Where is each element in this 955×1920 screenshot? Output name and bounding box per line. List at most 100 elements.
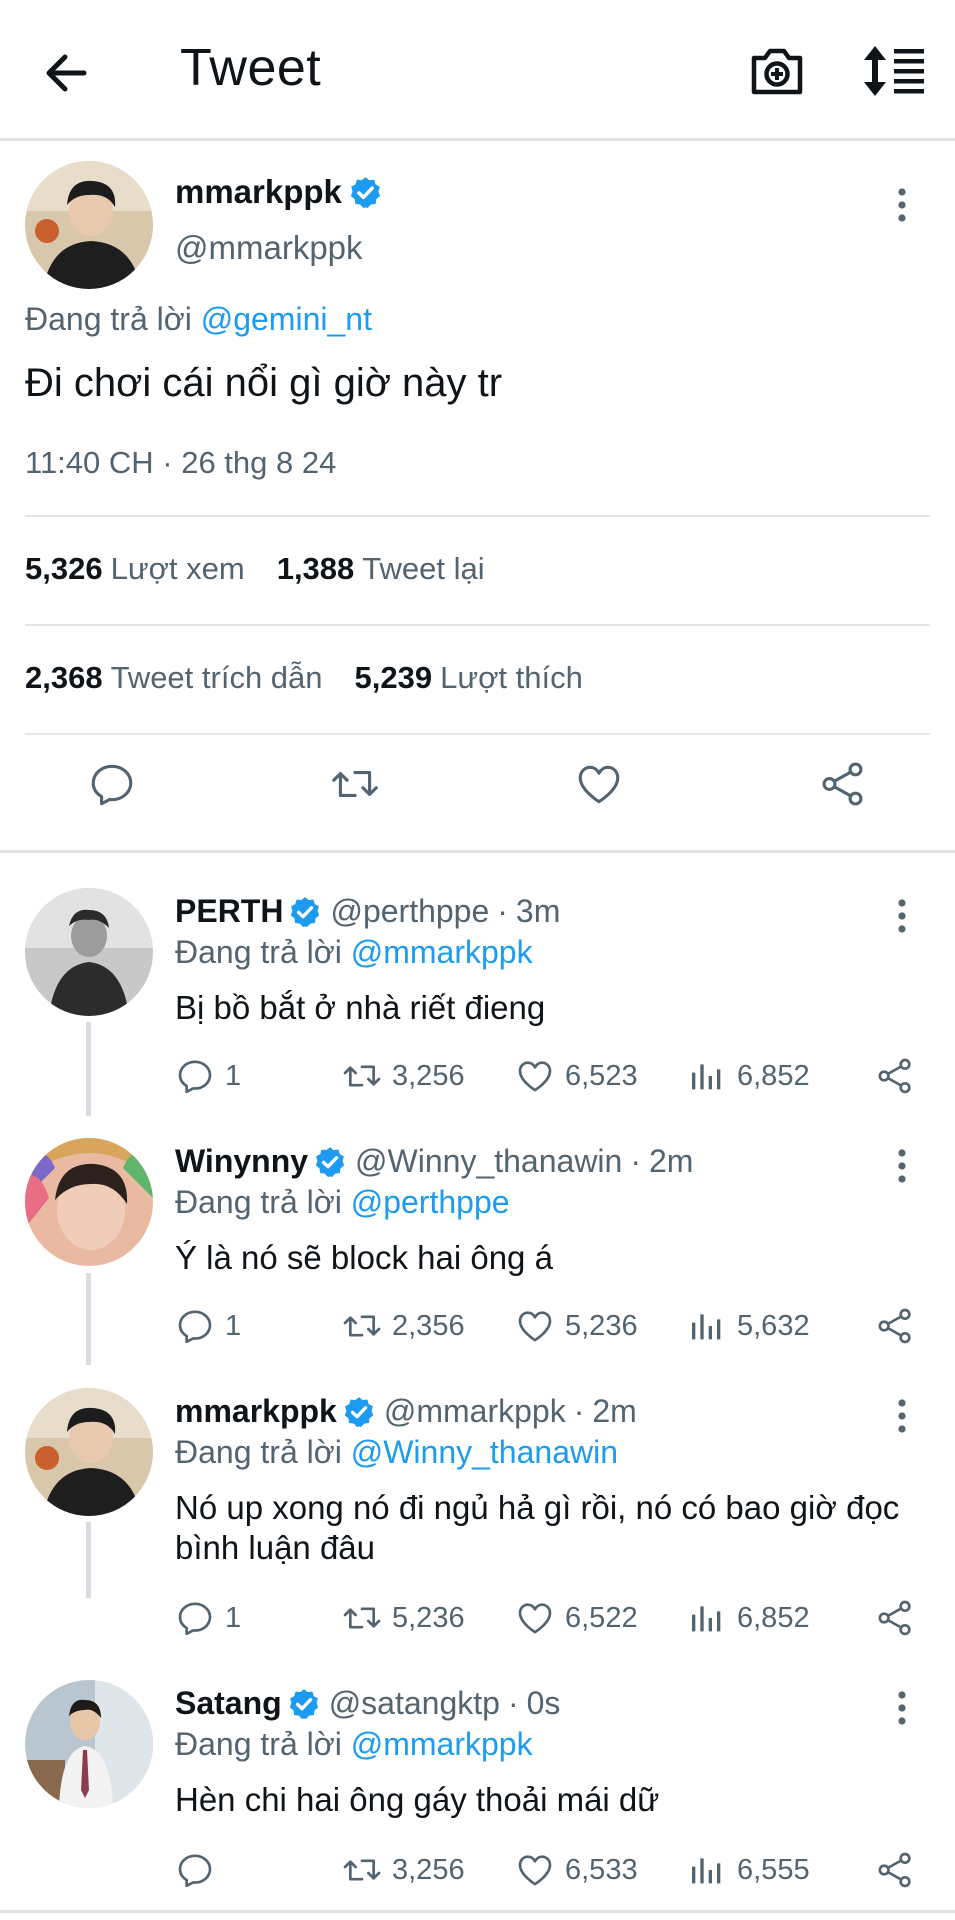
reply-button[interactable]: 1 bbox=[175, 1598, 241, 1638]
author-name[interactable]: Winynny bbox=[175, 1143, 308, 1180]
views-stat[interactable]: 5,326 Lượt xem bbox=[25, 551, 245, 587]
reply-count: 1 bbox=[225, 1601, 242, 1634]
retweet-button[interactable] bbox=[330, 759, 380, 809]
camera-plus-icon bbox=[751, 48, 803, 95]
like-button[interactable]: 6,522 bbox=[515, 1598, 638, 1638]
avatar[interactable] bbox=[25, 1680, 153, 1808]
avatar[interactable] bbox=[25, 888, 153, 1016]
author-name[interactable]: mmarkppk bbox=[175, 1393, 337, 1430]
retweet-icon bbox=[343, 1315, 381, 1337]
reply-mention-link[interactable]: @Winny_thanawin bbox=[351, 1434, 618, 1470]
reply-button[interactable] bbox=[175, 1850, 225, 1890]
retweet-count: 3,256 bbox=[392, 1059, 465, 1092]
reply-mention-link[interactable]: @mmarkppk bbox=[351, 934, 533, 970]
author-name[interactable]: PERTH bbox=[175, 893, 283, 930]
reply-tweet[interactable]: mmarkppk @mmarkppk · 2m Đang trả lời @Wi… bbox=[0, 1388, 955, 1668]
author-handle[interactable]: @Winny_thanawin bbox=[355, 1143, 622, 1180]
more-options-button[interactable] bbox=[890, 1396, 914, 1436]
share-button[interactable] bbox=[875, 1850, 925, 1890]
share-button[interactable] bbox=[875, 1056, 925, 1096]
reply-button[interactable]: 1 bbox=[175, 1306, 241, 1346]
author-handle[interactable]: @perthppe bbox=[330, 893, 489, 930]
like-count: 6,533 bbox=[565, 1853, 638, 1886]
like-icon bbox=[518, 1603, 552, 1634]
views-button[interactable]: 5,632 bbox=[687, 1306, 810, 1346]
more-options-button[interactable] bbox=[890, 1146, 914, 1186]
tweet-action-bar: 1 3,256 6,523 6,852 bbox=[175, 1056, 915, 1102]
more-vertical-icon bbox=[898, 1149, 906, 1183]
likes-stat[interactable]: 5,239 Lượt thích bbox=[355, 660, 583, 696]
tweet-time: 2m bbox=[648, 1143, 694, 1179]
quotes-stat[interactable]: 2,368 Tweet trích dẫn bbox=[25, 660, 323, 696]
retweet-button[interactable]: 5,236 bbox=[342, 1598, 465, 1638]
views-count: 6,852 bbox=[737, 1601, 810, 1634]
separator: · bbox=[497, 893, 508, 929]
stats-row: 5,326 Lượt xem 1,388 Tweet lại bbox=[25, 551, 485, 587]
more-options-button[interactable] bbox=[890, 896, 914, 936]
like-count: 5,236 bbox=[565, 1309, 638, 1342]
tweet-action-bar: 3,256 6,533 6,555 bbox=[175, 1850, 915, 1896]
reply-mention-link[interactable]: @perthppe bbox=[351, 1184, 510, 1220]
avatar[interactable] bbox=[25, 1388, 153, 1516]
more-options-button[interactable] bbox=[890, 185, 914, 225]
like-button[interactable]: 6,533 bbox=[515, 1850, 638, 1890]
views-bar-chart-icon bbox=[692, 1858, 721, 1884]
share-icon bbox=[878, 1600, 911, 1636]
retweets-stat[interactable]: 1,388 Tweet lại bbox=[277, 551, 485, 587]
like-button[interactable]: 6,523 bbox=[515, 1056, 638, 1096]
tweet-timestamp: 11:40 CH · 26 thg 8 24 bbox=[25, 445, 337, 480]
reply-mention-link[interactable]: @mmarkppk bbox=[351, 1726, 533, 1762]
like-button[interactable] bbox=[574, 759, 624, 809]
reply-icon bbox=[178, 1060, 212, 1094]
share-button[interactable] bbox=[875, 1598, 925, 1638]
author-handle[interactable]: @mmarkppk bbox=[384, 1393, 566, 1430]
author-name[interactable]: Satang bbox=[175, 1685, 282, 1722]
reply-icon bbox=[91, 764, 133, 806]
retweet-button[interactable]: 3,256 bbox=[342, 1850, 465, 1890]
replying-to: Đang trả lời @mmarkppk bbox=[175, 934, 533, 970]
back-button[interactable] bbox=[38, 44, 96, 102]
replying-to: Đang trả lời @gemini_nt bbox=[25, 301, 372, 337]
avatar[interactable] bbox=[25, 1138, 153, 1266]
share-button[interactable] bbox=[818, 759, 868, 809]
verified-badge-icon bbox=[350, 176, 380, 208]
more-vertical-icon bbox=[898, 1691, 906, 1725]
share-icon bbox=[878, 1308, 911, 1344]
replying-to: Đang trả lời @perthppe bbox=[175, 1184, 510, 1220]
reply-icon bbox=[178, 1854, 212, 1888]
sort-lines-icon bbox=[864, 46, 924, 96]
camera-button[interactable] bbox=[746, 40, 808, 102]
author-handle[interactable]: @mmarkppk bbox=[175, 229, 363, 267]
reply-mention-link[interactable]: @gemini_nt bbox=[201, 301, 372, 337]
author-name[interactable]: mmarkppk bbox=[175, 173, 342, 211]
retweet-button[interactable]: 3,256 bbox=[342, 1056, 465, 1096]
like-button[interactable]: 5,236 bbox=[515, 1306, 638, 1346]
verified-badge-icon bbox=[315, 1146, 345, 1177]
views-button[interactable]: 6,555 bbox=[687, 1850, 810, 1890]
share-icon bbox=[822, 762, 863, 806]
reply-button[interactable] bbox=[87, 759, 137, 809]
divider bbox=[25, 624, 930, 626]
views-button[interactable]: 6,852 bbox=[687, 1056, 810, 1096]
replying-to: Đang trả lời @Winny_thanawin bbox=[175, 1434, 618, 1470]
views-bar-chart-icon bbox=[692, 1606, 721, 1632]
author-handle[interactable]: @satangktp bbox=[329, 1685, 500, 1722]
reply-count: 1 bbox=[225, 1059, 242, 1092]
verified-badge-icon bbox=[289, 1688, 318, 1719]
share-button[interactable] bbox=[875, 1306, 925, 1346]
like-count: 6,522 bbox=[565, 1601, 638, 1634]
like-icon bbox=[518, 1061, 552, 1092]
more-options-button[interactable] bbox=[890, 1688, 914, 1728]
reply-tweet[interactable]: Winynny @Winny_thanawin · 2m Đang trả lờ… bbox=[0, 1138, 955, 1378]
reply-button[interactable]: 1 bbox=[175, 1056, 241, 1096]
reply-tweet[interactable]: Satang @satangktp · 0s Đang trả lời @mma… bbox=[0, 1680, 955, 1910]
verified-badge-icon bbox=[344, 1396, 374, 1427]
views-button[interactable]: 6,852 bbox=[687, 1598, 810, 1638]
sort-replies-button[interactable] bbox=[862, 40, 928, 102]
retweet-button[interactable]: 2,356 bbox=[342, 1306, 465, 1346]
more-vertical-icon bbox=[898, 188, 906, 222]
retweet-count: 3,256 bbox=[392, 1853, 465, 1886]
reply-tweet[interactable]: PERTH @perthppe · 3m Đang trả lời @mmark… bbox=[0, 888, 955, 1128]
avatar[interactable] bbox=[25, 161, 153, 289]
views-count: 6,852 bbox=[737, 1059, 810, 1092]
